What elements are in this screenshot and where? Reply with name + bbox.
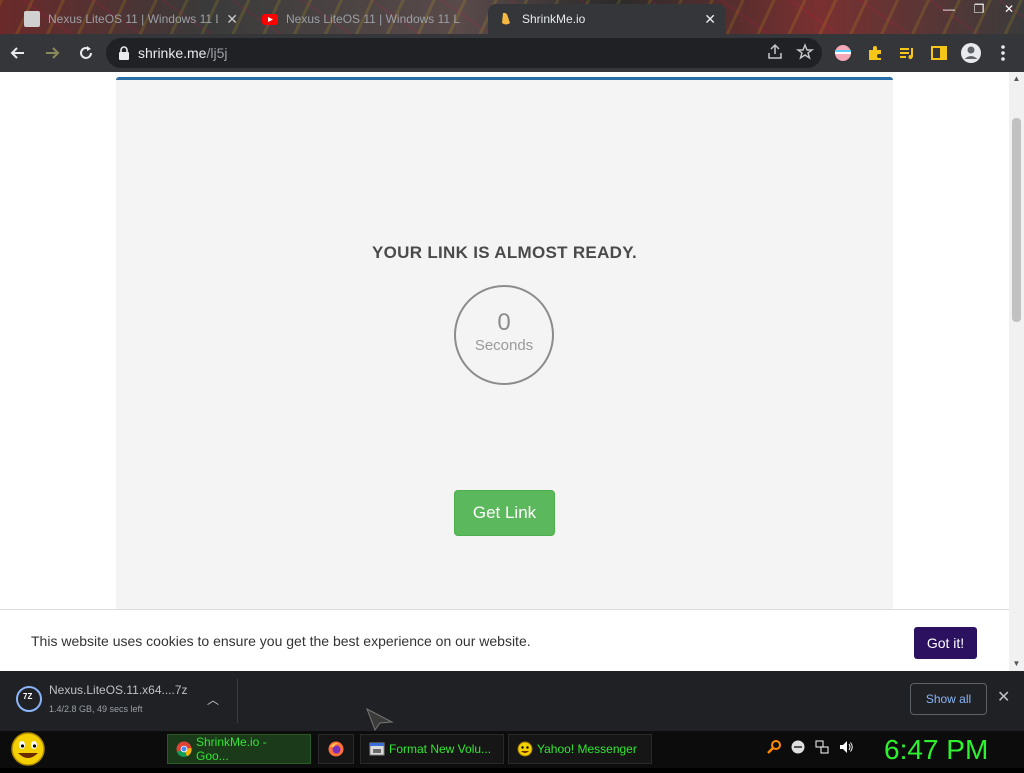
show-all-downloads-button[interactable]: Show all [910, 683, 987, 715]
countdown-value: 0 [497, 309, 511, 336]
forward-arrow-icon [46, 47, 60, 59]
flag-extension-icon[interactable] [830, 40, 856, 66]
taskbar-firefox[interactable] [318, 734, 354, 764]
chrome-icon [176, 741, 192, 757]
side-panel-icon[interactable] [926, 40, 952, 66]
chevron-up-icon[interactable]: ︿ [207, 691, 219, 708]
taskbar-label: Yahoo! Messenger [537, 742, 637, 756]
countdown-timer: 0 Seconds [454, 285, 554, 385]
menu-kebab-icon[interactable] [990, 40, 1016, 66]
scrollbar-thumb[interactable] [1012, 118, 1021, 322]
tab-nexus-2[interactable]: Nexus LiteOS 11 | Windows 11 L [252, 4, 482, 34]
tab-nexus-1[interactable]: Nexus LiteOS 11 | Windows 11 L ✕ [14, 4, 248, 34]
page-viewport: YOUR LINK IS ALMOST READY. 0 Seconds Get… [0, 72, 1024, 671]
window-controls: — ❐ ✕ [934, 0, 1024, 20]
taskbar-format-volume[interactable]: Format New Volu... [360, 734, 504, 764]
download-status: 1.4/2.8 GB, 49 secs left [49, 704, 143, 714]
mouse-pointer-icon [366, 708, 394, 732]
media-queue-icon[interactable] [894, 40, 920, 66]
taskbar-label: ShrinkMe.io - Goo... [196, 735, 267, 763]
reload-icon [80, 46, 92, 59]
smiley-start-icon [11, 732, 45, 766]
taskbar-chrome[interactable]: ShrinkMe.io - Goo... [167, 734, 311, 764]
url-host: shrinke.me [138, 45, 207, 61]
minimize-icon[interactable]: — [934, 0, 964, 20]
cookie-accept-button[interactable]: Got it! [914, 627, 977, 659]
disk-window-icon [369, 742, 385, 756]
countdown-unit: Seconds [474, 337, 534, 354]
network-icon[interactable] [814, 739, 830, 755]
tab-title: Nexus LiteOS 11 | Windows 11 L [48, 12, 219, 26]
close-shelf-icon[interactable]: ✕ [997, 687, 1010, 707]
scroll-down-icon[interactable]: ▼ [1012, 659, 1021, 669]
link-card: YOUR LINK IS ALMOST READY. 0 Seconds Get… [116, 77, 893, 671]
back-button[interactable] [2, 37, 34, 69]
taskbar-yahoo-messenger[interactable]: Yahoo! Messenger [508, 734, 652, 764]
shrinkme-favicon-icon [502, 12, 510, 25]
divider [237, 679, 238, 723]
taskbar-label: Format New Volu... [389, 742, 492, 756]
search-icon[interactable] [766, 739, 782, 755]
bookmark-star-icon[interactable] [796, 43, 814, 61]
yahoo-messenger-icon [517, 741, 533, 757]
firefox-icon [328, 741, 344, 757]
browser-toolbar: shrinke.me/lj5j [0, 34, 1024, 72]
tab-title: Nexus LiteOS 11 | Windows 11 L [286, 12, 461, 26]
site-favicon-icon [24, 11, 40, 27]
tab-title: ShrinkMe.io [522, 12, 586, 26]
status-circle-icon[interactable] [790, 739, 806, 755]
taskbar-clock[interactable]: 6:47 PM [884, 731, 988, 768]
share-icon[interactable] [766, 43, 784, 61]
extensions-puzzle-icon[interactable] [862, 40, 888, 66]
url-path: /lj5j [206, 45, 228, 61]
get-link-button[interactable]: Get Link [454, 490, 555, 536]
download-item[interactable]: Nexus.LiteOS.11.x64....7z 1.4/2.8 GB, 49… [14, 681, 236, 721]
profile-avatar-icon[interactable] [958, 40, 984, 66]
system-tray [766, 739, 854, 755]
reload-button[interactable] [70, 37, 102, 69]
forward-button[interactable] [36, 37, 68, 69]
tab-shrinkme[interactable]: ShrinkMe.io ✕ [488, 4, 726, 34]
tab-strip: Nexus LiteOS 11 | Windows 11 L ✕ Nexus L… [0, 0, 1024, 34]
youtube-icon [262, 14, 278, 25]
lock-icon[interactable] [118, 46, 130, 60]
cookie-message: This website uses cookies to ensure you … [31, 632, 531, 649]
start-button[interactable] [8, 731, 48, 768]
page-scrollbar[interactable]: ▲ ▼ [1009, 72, 1024, 671]
taskbar: ShrinkMe.io - Goo... Format New Volu... … [0, 731, 1024, 768]
page-headline: YOUR LINK IS ALMOST READY. [371, 243, 638, 262]
close-tab-icon[interactable]: ✕ [226, 11, 238, 28]
archive-file-icon [16, 686, 42, 712]
close-window-icon[interactable]: ✕ [994, 0, 1024, 20]
scroll-up-icon[interactable]: ▲ [1012, 74, 1021, 84]
back-arrow-icon [10, 47, 24, 59]
restore-icon[interactable]: ❐ [964, 0, 994, 20]
close-tab-icon[interactable]: ✕ [704, 11, 716, 28]
cookie-banner: This website uses cookies to ensure you … [0, 609, 1009, 671]
download-filename: Nexus.LiteOS.11.x64....7z [49, 683, 188, 697]
volume-icon[interactable] [838, 739, 854, 755]
address-bar[interactable]: shrinke.me/lj5j [106, 38, 822, 68]
download-shelf: Nexus.LiteOS.11.x64....7z 1.4/2.8 GB, 49… [0, 671, 1024, 731]
